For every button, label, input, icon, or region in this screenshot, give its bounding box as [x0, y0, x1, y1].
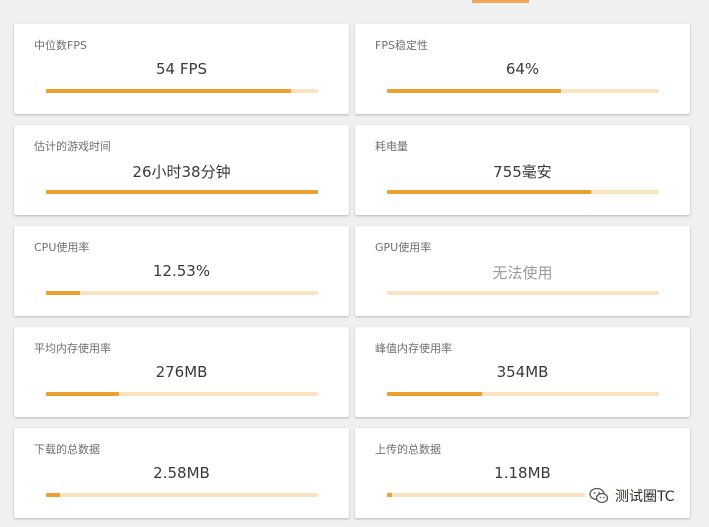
- card-value: 276MB: [155, 363, 208, 381]
- progress-bar: [46, 291, 318, 295]
- progress-fill: [46, 392, 120, 396]
- progress-fill: [46, 190, 318, 194]
- progress-bar: [46, 89, 318, 93]
- progress-fill: [387, 190, 591, 194]
- progress-bar: [46, 190, 318, 194]
- card-label: CPU使用率: [34, 241, 90, 254]
- watermark: 测试圈TC: [585, 485, 679, 507]
- stat-card-fps-stability: FPS稳定性 64%: [355, 24, 690, 114]
- card-value: 2.58MB: [153, 464, 210, 482]
- stat-card-average-memory: 平均内存使用率 276MB: [14, 327, 349, 417]
- stats-dashboard: 中位数FPS 54 FPS FPS稳定性 64% 估计的游戏时间 26小时38分…: [0, 0, 709, 527]
- stat-card-power-consumption: 耗电量 755毫安: [355, 125, 690, 215]
- progress-bar: [46, 392, 318, 396]
- card-value: 64%: [505, 60, 540, 78]
- card-label: 上传的总数据: [375, 443, 441, 456]
- card-label: 耗电量: [375, 140, 408, 153]
- stat-card-gpu-usage: GPU使用率 无法使用: [355, 226, 690, 316]
- progress-bar: [387, 89, 659, 93]
- card-label: 中位数FPS: [34, 39, 87, 52]
- card-label: 平均内存使用率: [34, 342, 111, 355]
- progress-fill: [387, 89, 562, 93]
- card-value: 12.53%: [152, 262, 211, 280]
- stat-card-median-fps: 中位数FPS 54 FPS: [14, 24, 349, 114]
- progress-fill: [387, 392, 483, 396]
- card-label: GPU使用率: [375, 241, 432, 254]
- stat-card-estimated-game-time: 估计的游戏时间 26小时38分钟: [14, 125, 349, 215]
- progress-fill: [46, 291, 80, 295]
- card-value: 26小时38分钟: [132, 163, 231, 181]
- active-tab-indicator: [472, 0, 529, 3]
- progress-fill: [387, 493, 393, 497]
- progress-bar: [387, 392, 659, 396]
- card-label: 下载的总数据: [34, 443, 100, 456]
- progress-bar: [387, 190, 659, 194]
- progress-fill: [46, 493, 60, 497]
- card-label: 峰值内存使用率: [375, 342, 452, 355]
- card-label: FPS稳定性: [375, 39, 428, 52]
- card-value: 755毫安: [493, 163, 552, 181]
- stat-card-peak-memory: 峰值内存使用率 354MB: [355, 327, 690, 417]
- progress-fill: [46, 89, 291, 93]
- card-value: 1.18MB: [494, 464, 551, 482]
- stat-card-cpu-usage: CPU使用率 12.53%: [14, 226, 349, 316]
- progress-bar: [387, 291, 659, 295]
- card-label: 估计的游戏时间: [34, 140, 111, 153]
- progress-bar: [46, 493, 318, 497]
- card-value: 无法使用: [492, 264, 553, 282]
- stat-card-total-download: 下载的总数据 2.58MB: [14, 428, 349, 518]
- wechat-icon: [589, 487, 609, 505]
- watermark-text: 测试圈TC: [615, 489, 675, 505]
- card-value: 54 FPS: [155, 60, 208, 78]
- card-value: 354MB: [496, 363, 549, 381]
